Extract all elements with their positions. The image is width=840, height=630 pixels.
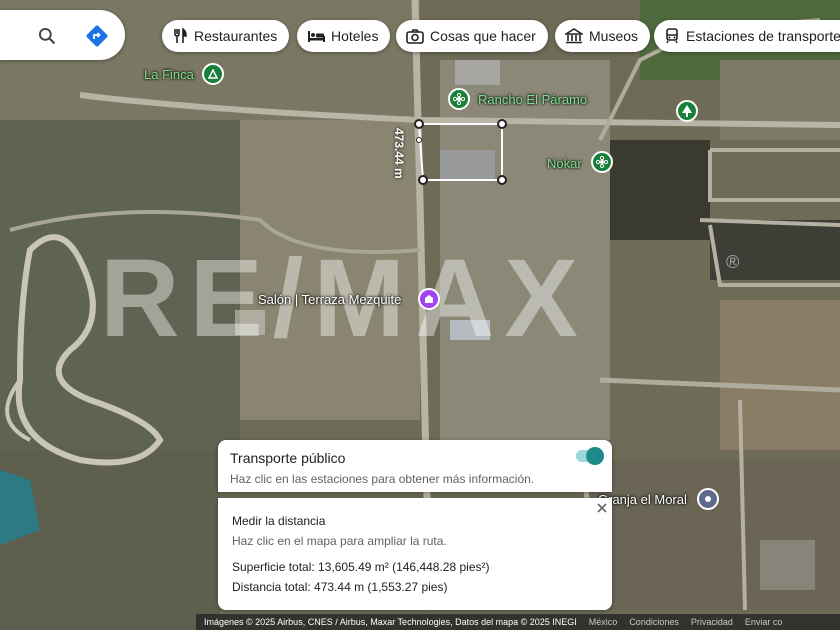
footer-link[interactable]: Enviar co — [745, 617, 783, 627]
category-chip-restaurantes[interactable]: Restaurantes — [162, 20, 290, 52]
place-label-la-finca[interactable]: La Finca — [144, 67, 194, 82]
measure-point[interactable] — [418, 175, 428, 185]
tree-pin-icon[interactable] — [676, 100, 698, 122]
registered-mark: ® — [726, 252, 740, 272]
museum-icon — [565, 28, 583, 44]
measure-distance-label: 473.44 m — [392, 128, 406, 179]
chip-label: Hoteles — [331, 28, 379, 44]
measure-area: Superficie total: 13,605.49 m² (146,448.… — [232, 560, 490, 574]
attribution-bar: Imágenes © 2025 Airbus, CNES / Airbus, M… — [196, 614, 840, 630]
park-pin-icon[interactable] — [202, 63, 224, 85]
category-chip-estaciones[interactable]: Estaciones de transporte — [654, 20, 840, 52]
measure-point[interactable] — [416, 137, 422, 143]
measure-hint: Haz clic en el mapa para ampliar la ruta… — [232, 534, 447, 548]
place-label-salon[interactable]: Salón | Terraza Mezquite — [258, 292, 401, 307]
transit-panel: Transporte público Haz clic en las estac… — [218, 440, 612, 492]
measure-distance: Distancia total: 473.44 m (1,553.27 pies… — [232, 580, 448, 594]
chip-label: Cosas que hacer — [430, 28, 536, 44]
close-icon[interactable] — [596, 502, 608, 514]
flower-pin-icon[interactable] — [591, 151, 613, 173]
measure-title: Medir la distancia — [232, 514, 326, 528]
venue-pin-icon[interactable] — [418, 288, 440, 310]
transit-subtitle: Haz clic en las estaciones para obtener … — [230, 472, 535, 486]
search-icon[interactable] — [37, 26, 57, 46]
category-chip-museos[interactable]: Museos — [555, 20, 651, 52]
transit-title: Transporte público — [230, 450, 346, 466]
bed-icon — [308, 31, 325, 42]
category-chip-cosas-que-hacer[interactable]: Cosas que hacer — [396, 20, 548, 52]
location-pin-icon[interactable] — [697, 488, 719, 510]
chip-label: Estaciones de transporte — [686, 28, 840, 44]
camera-icon — [406, 29, 424, 44]
chip-label: Restaurantes — [194, 28, 278, 44]
footer-link[interactable]: Condiciones — [629, 617, 679, 627]
category-chip-hoteles[interactable]: Hoteles — [297, 20, 391, 52]
measure-point[interactable] — [414, 119, 424, 129]
transit-toggle[interactable] — [576, 447, 604, 465]
directions-icon[interactable] — [85, 24, 109, 48]
flower-pin-icon[interactable] — [448, 88, 470, 110]
search-box[interactable] — [0, 10, 125, 60]
footer-link[interactable]: México — [589, 617, 618, 627]
place-label-nokar[interactable]: Nokar — [547, 156, 582, 171]
transit-icon — [666, 28, 678, 44]
chip-label: Museos — [589, 28, 639, 44]
attribution-text: Imágenes © 2025 Airbus, CNES / Airbus, M… — [204, 617, 577, 627]
measure-point[interactable] — [497, 119, 507, 129]
measure-panel: Medir la distancia Haz clic en el mapa p… — [218, 498, 612, 610]
measure-point[interactable] — [497, 175, 507, 185]
place-label-rancho[interactable]: Rancho El Páramo — [478, 92, 587, 107]
fork-knife-icon — [174, 28, 187, 43]
footer-link[interactable]: Privacidad — [691, 617, 733, 627]
